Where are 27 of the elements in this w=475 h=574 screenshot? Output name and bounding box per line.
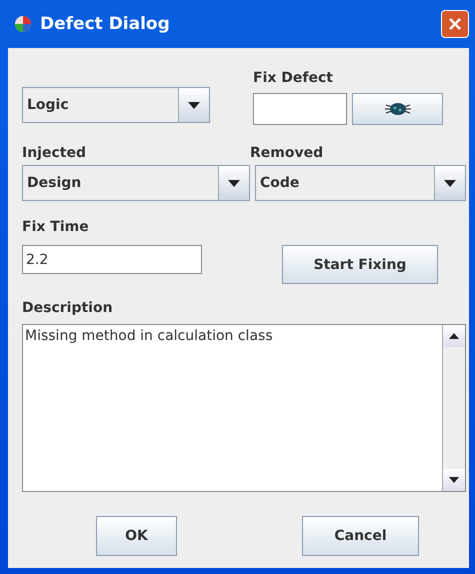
window-title: Defect Dialog [40,14,171,34]
removed-label: Removed [250,145,324,163]
cancel-button[interactable]: Cancel [302,516,419,556]
injected-label: Injected [22,145,87,163]
description-field[interactable]: Missing method in calculation class [22,324,466,492]
removed-dropdown[interactable]: Code [255,165,466,201]
fix-defect-label: Fix Defect [253,70,334,88]
scroll-down-icon [449,477,459,483]
fix-time-field[interactable]: 2.2 [22,245,202,274]
bug-button[interactable] [352,93,443,125]
fix-time-label: Fix Time [22,219,90,237]
caret-icon [444,180,456,186]
scroll-up-icon [449,333,459,339]
ok-button[interactable]: OK [96,516,177,556]
defect-type-dropdown[interactable]: Logic [22,87,210,123]
description-label: Description [22,300,114,318]
caret-icon [228,180,240,186]
injected-dropdown[interactable]: Design [22,165,250,201]
close-icon [448,17,462,31]
caret-icon [188,102,200,108]
close-button[interactable] [441,10,469,38]
start-fixing-button[interactable]: Start Fixing [282,245,438,284]
description-text: Missing method in calculation class [24,327,274,346]
app-icon [14,15,32,33]
bug-icon [382,101,412,117]
scrollbar[interactable] [442,325,465,491]
fix-defect-field[interactable] [253,93,347,125]
